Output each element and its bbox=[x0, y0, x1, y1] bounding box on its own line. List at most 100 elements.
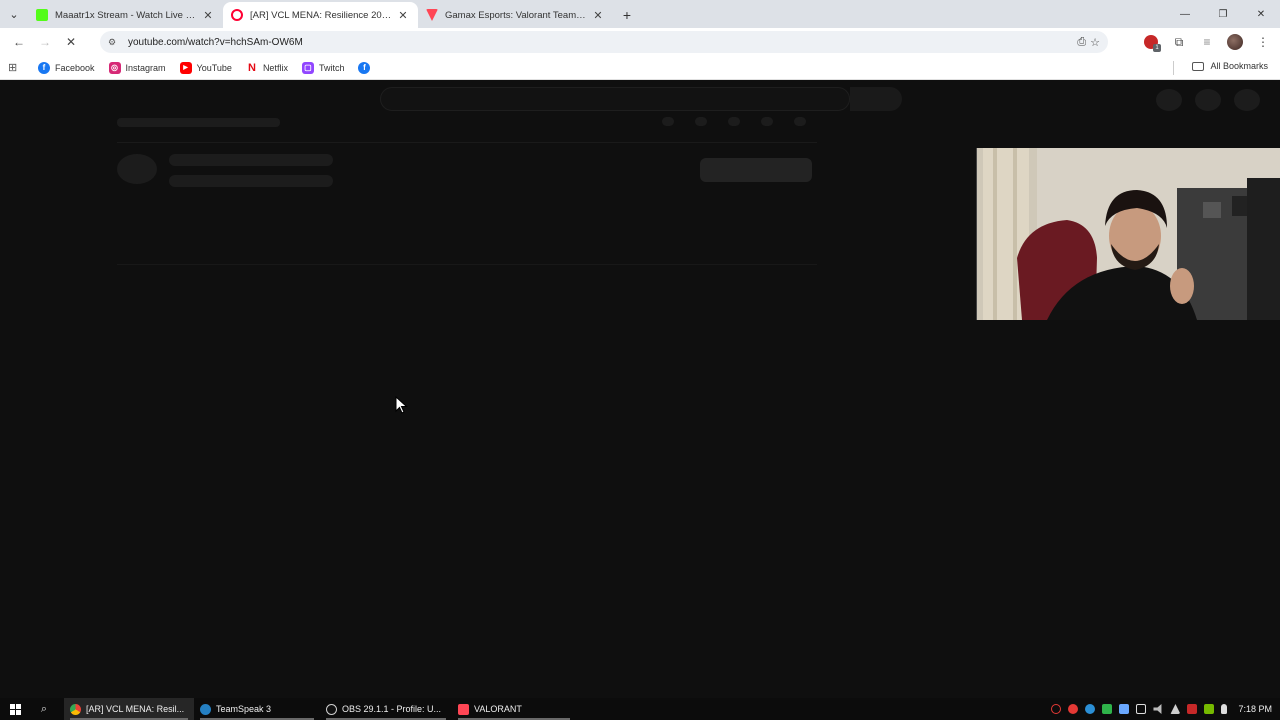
apps-grid-icon[interactable]: ⊞ bbox=[8, 61, 24, 74]
system-tray: 7:18 PM bbox=[1051, 698, 1276, 720]
tab-kick[interactable]: Maaatr1x Stream - Watch Live on Kick ✕ bbox=[28, 2, 223, 28]
all-bookmarks-label: All Bookmarks bbox=[1210, 61, 1268, 71]
youtube-icon: ▶ bbox=[179, 61, 192, 74]
header-icon-skeleton bbox=[1234, 89, 1260, 111]
window-controls: — ❐ ✕ bbox=[1166, 0, 1280, 28]
tray-icon[interactable] bbox=[1051, 704, 1062, 714]
webcam-feed-image bbox=[977, 148, 1280, 320]
bookmark-facebook-2[interactable]: f bbox=[358, 61, 375, 74]
bookmark-facebook[interactable]: f Facebook bbox=[38, 61, 95, 74]
tab-close-icon[interactable]: ✕ bbox=[201, 9, 215, 22]
tray-icon[interactable] bbox=[1170, 704, 1181, 714]
valorant-icon bbox=[426, 9, 438, 21]
start-button[interactable] bbox=[0, 698, 30, 720]
taskbar: ⌕ [AR] VCL MENA: Resil... TeamSpeak 3 OB… bbox=[0, 698, 1280, 720]
taskbar-app-obs[interactable]: OBS 29.1.1 - Profile: U... bbox=[320, 698, 452, 720]
valorant-icon bbox=[458, 703, 469, 715]
address-bar[interactable]: ⚙ youtube.com/watch?v=hchSAm-OW6M ⎙ ☆ bbox=[100, 31, 1108, 53]
new-tab-button[interactable]: + bbox=[613, 2, 641, 28]
forward-button[interactable]: → bbox=[32, 29, 58, 55]
action-skeleton bbox=[761, 117, 773, 126]
bookmark-star-icon[interactable]: ☆ bbox=[1090, 36, 1100, 49]
chrome-icon bbox=[70, 703, 81, 715]
search-bar-skeleton bbox=[380, 87, 850, 111]
profile-avatar[interactable] bbox=[1222, 29, 1248, 55]
bookmark-instagram[interactable]: ◎ Instagram bbox=[108, 61, 166, 74]
channel-name-skeleton bbox=[169, 154, 333, 166]
back-button[interactable]: ← bbox=[6, 29, 32, 55]
divider bbox=[117, 264, 817, 265]
facebook-icon: f bbox=[358, 61, 371, 74]
tab-close-icon[interactable]: ✕ bbox=[396, 9, 410, 22]
restore-button[interactable]: ❐ bbox=[1204, 0, 1242, 28]
taskbar-app-teamspeak[interactable]: TeamSpeak 3 bbox=[194, 698, 320, 720]
network-icon[interactable] bbox=[1136, 704, 1147, 714]
action-skeleton bbox=[695, 117, 707, 126]
video-title-skeleton bbox=[117, 118, 280, 127]
kick-icon bbox=[36, 9, 48, 21]
microphone-icon[interactable] bbox=[1221, 704, 1228, 714]
extension-icon: 1 bbox=[1144, 35, 1161, 52]
tab-title: Gamax Esports: Valorant Team Roster bbox=[445, 9, 587, 21]
bookmarks-separator bbox=[1173, 61, 1174, 75]
tray-icon[interactable] bbox=[1187, 704, 1198, 714]
action-skeleton bbox=[728, 117, 740, 126]
obs-icon bbox=[326, 703, 337, 715]
tab-title: Maaatr1x Stream - Watch Live on Kick bbox=[55, 9, 197, 21]
tab-search-chevron-icon[interactable]: ⌄ bbox=[0, 0, 28, 28]
url-text[interactable]: youtube.com/watch?v=hchSAm-OW6M bbox=[128, 37, 1077, 48]
record-icon[interactable] bbox=[1068, 704, 1079, 714]
webcam-overlay bbox=[976, 148, 1280, 320]
bookmark-label: Twitch bbox=[318, 62, 345, 73]
taskbar-clock[interactable]: 7:18 PM bbox=[1238, 704, 1272, 714]
taskbar-app-valorant[interactable]: VALORANT bbox=[452, 698, 576, 720]
subscribe-button-skeleton bbox=[700, 158, 812, 182]
taskbar-app-label: OBS 29.1.1 - Profile: U... bbox=[342, 704, 442, 714]
tab-youtube[interactable]: [AR] VCL MENA: Resilience 2024 ✕ bbox=[223, 2, 418, 28]
extension-badge-button[interactable]: 1 bbox=[1138, 29, 1164, 55]
tab-strip: ⌄ Maaatr1x Stream - Watch Live on Kick ✕… bbox=[0, 0, 1280, 28]
mouse-cursor-icon bbox=[395, 396, 408, 414]
tab-gamax[interactable]: Gamax Esports: Valorant Team Roster ✕ bbox=[418, 2, 613, 28]
screen: ⌄ Maaatr1x Stream - Watch Live on Kick ✕… bbox=[0, 0, 1280, 720]
taskbar-app-label: TeamSpeak 3 bbox=[216, 704, 272, 714]
netflix-icon: N bbox=[247, 61, 256, 74]
browser-menu-icon[interactable]: ⋮ bbox=[1250, 29, 1276, 55]
bookmark-twitch[interactable]: ▢ Twitch bbox=[301, 61, 345, 74]
stop-loading-button[interactable]: ✕ bbox=[58, 29, 84, 55]
bookmark-label: Netflix bbox=[262, 62, 288, 73]
install-app-icon[interactable]: ⎙ bbox=[1077, 36, 1086, 49]
volume-icon[interactable] bbox=[1153, 704, 1162, 714]
tray-icon[interactable] bbox=[1102, 704, 1113, 714]
bookmark-label: Instagram bbox=[125, 62, 166, 73]
toolbar-extensions: 1 ⧉ ≡ ⋮ bbox=[1138, 29, 1276, 55]
taskbar-app-chrome[interactable]: [AR] VCL MENA: Resil... bbox=[64, 698, 194, 720]
close-window-button[interactable]: ✕ bbox=[1242, 0, 1280, 28]
reading-list-icon[interactable]: ≡ bbox=[1194, 29, 1220, 55]
channel-avatar-skeleton bbox=[117, 154, 157, 184]
windows-logo-icon bbox=[9, 703, 21, 715]
nvidia-icon[interactable] bbox=[1204, 704, 1215, 714]
all-bookmarks-button[interactable]: All Bookmarks bbox=[1192, 61, 1268, 71]
tray-icon[interactable] bbox=[1085, 704, 1096, 714]
header-icon-skeleton bbox=[1156, 89, 1182, 111]
bookmark-netflix[interactable]: N Netflix bbox=[246, 62, 288, 74]
taskbar-app-label: VALORANT bbox=[474, 704, 522, 714]
bookmark-youtube[interactable]: ▶ YouTube bbox=[179, 61, 232, 74]
tray-icon[interactable] bbox=[1119, 704, 1130, 714]
extensions-puzzle-icon[interactable]: ⧉ bbox=[1166, 29, 1192, 55]
site-info-icon[interactable]: ⚙ bbox=[108, 37, 122, 48]
tab-close-icon[interactable]: ✕ bbox=[591, 9, 605, 22]
twitch-icon: ▢ bbox=[301, 61, 314, 74]
instagram-icon: ◎ bbox=[108, 61, 121, 74]
minimize-button[interactable]: — bbox=[1166, 0, 1204, 28]
loading-icon bbox=[231, 9, 243, 21]
bookmark-label: YouTube bbox=[196, 62, 232, 73]
taskbar-search-icon[interactable]: ⌕ bbox=[30, 698, 58, 720]
avatar bbox=[1227, 34, 1243, 50]
channel-subs-skeleton bbox=[169, 175, 333, 187]
bookmark-label: Facebook bbox=[55, 62, 95, 73]
facebook-icon: f bbox=[38, 61, 50, 74]
taskbar-app-label: [AR] VCL MENA: Resil... bbox=[86, 704, 185, 714]
action-skeleton bbox=[662, 117, 674, 126]
